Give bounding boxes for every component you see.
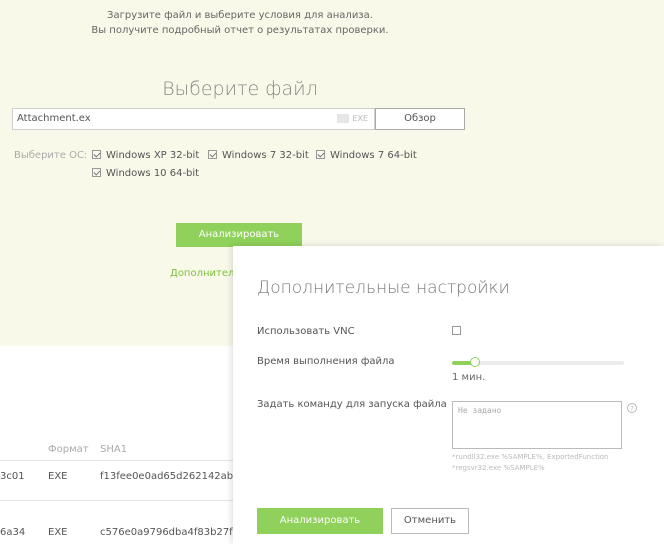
file-type-icon: [337, 114, 350, 123]
intro-line-2: Вы получите подробный отчет о результата…: [91, 25, 389, 36]
cancel-button[interactable]: Отменить: [391, 508, 469, 534]
time-value: 1 мин.: [452, 372, 486, 383]
table-divider: [0, 500, 240, 501]
os-option-label: Windows 7 64-bit: [330, 150, 417, 161]
cell-id: 3c01: [0, 471, 25, 482]
browse-button[interactable]: Обзор: [375, 108, 465, 130]
analyze-button[interactable]: Анализировать: [176, 223, 302, 247]
os-option-win7-32[interactable]: Windows 7 32-bit: [208, 150, 309, 161]
checkbox-checked-icon[interactable]: [92, 168, 101, 177]
os-option-win7-64[interactable]: Windows 7 64-bit: [316, 150, 417, 161]
vnc-label: Использовать VNC: [257, 326, 355, 337]
advanced-settings-panel: Дополнительные настройки Использовать VN…: [233, 246, 664, 544]
cmd-hint-2: *regsvr32.exe %SAMPLE%: [452, 464, 545, 472]
file-ext-label: EXE: [352, 114, 368, 123]
intro-text: Загрузите файл и выберите условия для ан…: [0, 8, 480, 38]
file-input[interactable]: Attachment.ex EXE: [12, 108, 375, 130]
file-input-value: Attachment.ex: [17, 113, 91, 124]
choose-file-title: Выберите файл: [162, 78, 318, 100]
cell-sha1: c576e0a9796dba4f83b27fa: [100, 527, 239, 538]
os-label: Выберите ОС:: [14, 150, 88, 161]
slider-handle[interactable]: [470, 357, 480, 367]
column-header-sha1: SHA1: [100, 444, 128, 455]
cmd-hint-1: *rundll32.exe %SAMPLE%, ExportedFunction: [452, 453, 609, 461]
cell-id: 6a34: [0, 527, 26, 538]
panel-title: Дополнительные настройки: [257, 278, 510, 298]
help-icon[interactable]: ?: [627, 403, 637, 413]
os-option-label: Windows XP 32-bit: [106, 150, 200, 161]
file-ext-badge: EXE: [337, 114, 368, 123]
more-settings-link[interactable]: Дополнител: [170, 268, 234, 279]
vnc-checkbox[interactable]: [452, 326, 461, 335]
time-slider[interactable]: [452, 357, 624, 367]
cell-format: EXE: [48, 527, 68, 538]
os-option-win10-64[interactable]: Windows 10 64-bit: [92, 168, 199, 179]
column-header-format: Формат: [48, 444, 89, 455]
checkbox-checked-icon[interactable]: [92, 150, 101, 159]
os-option-label: Windows 7 32-bit: [222, 150, 309, 161]
os-option-winxp32[interactable]: Windows XP 32-bit: [92, 150, 199, 161]
time-label: Время выполнения файла: [257, 356, 395, 367]
table-divider: [0, 460, 240, 461]
checkbox-checked-icon[interactable]: [208, 150, 217, 159]
checkbox-checked-icon[interactable]: [316, 150, 325, 159]
cell-sha1: f13fee0e0ad65d262142ab6: [100, 471, 240, 482]
panel-analyze-button[interactable]: Анализировать: [257, 508, 383, 534]
os-option-label: Windows 10 64-bit: [106, 168, 200, 179]
cell-format: EXE: [48, 471, 68, 482]
cmd-input[interactable]: Не задано: [452, 401, 622, 449]
cmd-label: Задать команду для запуска файла: [257, 399, 447, 410]
intro-line-1: Загрузите файл и выберите условия для ан…: [107, 10, 373, 21]
